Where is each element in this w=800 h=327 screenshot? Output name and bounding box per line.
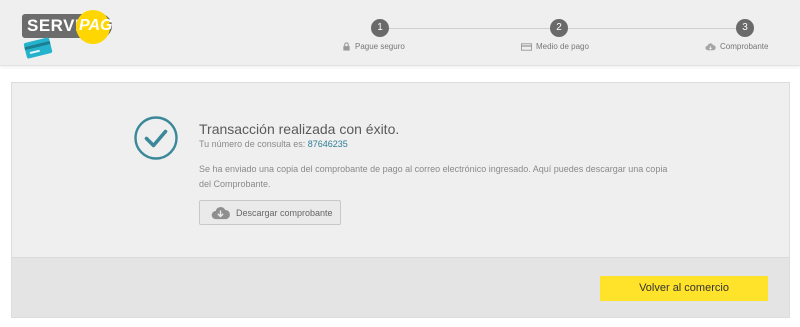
credit-card-logo-icon [23,37,53,59]
confirmation-panel: Transacción realizada con éxito. Tu núme… [11,82,790,318]
download-receipt-label: Descargar comprobante [236,207,333,218]
success-title: Transacción realizada con éxito. [199,121,400,137]
credit-card-icon [521,42,532,51]
cloud-download-icon [705,42,716,50]
step-3-label: Comprobante [705,42,768,51]
download-receipt-button[interactable]: Descargar comprobante [199,200,341,225]
reference-label: Tu número de consulta es: [199,139,306,149]
header: SERVI PAG 1 Pague seguro 2 Medio de pago… [0,0,800,66]
panel-footer: Volver al comercio [12,257,789,317]
servipag-logo: SERVI PAG [22,10,117,62]
logo-text-pag: PAG [79,17,113,34]
step-3-number: 3 [736,19,754,37]
step-2-label: Medio de pago [521,42,589,51]
step-2-number: 2 [550,19,568,37]
logo-text-servi: SERVI [27,16,81,35]
step-1-label: Pague seguro [342,42,405,51]
success-check-icon [134,116,178,160]
return-to-merchant-button[interactable]: Volver al comercio [600,276,768,301]
confirmation-description: Se ha enviado una copia del comprobante … [199,164,668,189]
lock-icon [343,42,350,51]
reference-number: 87646235 [307,139,348,149]
reference-line: Tu número de consulta es: 87646235 [199,139,348,149]
step-1-number: 1 [371,19,389,37]
cloud-download-icon [211,206,230,219]
